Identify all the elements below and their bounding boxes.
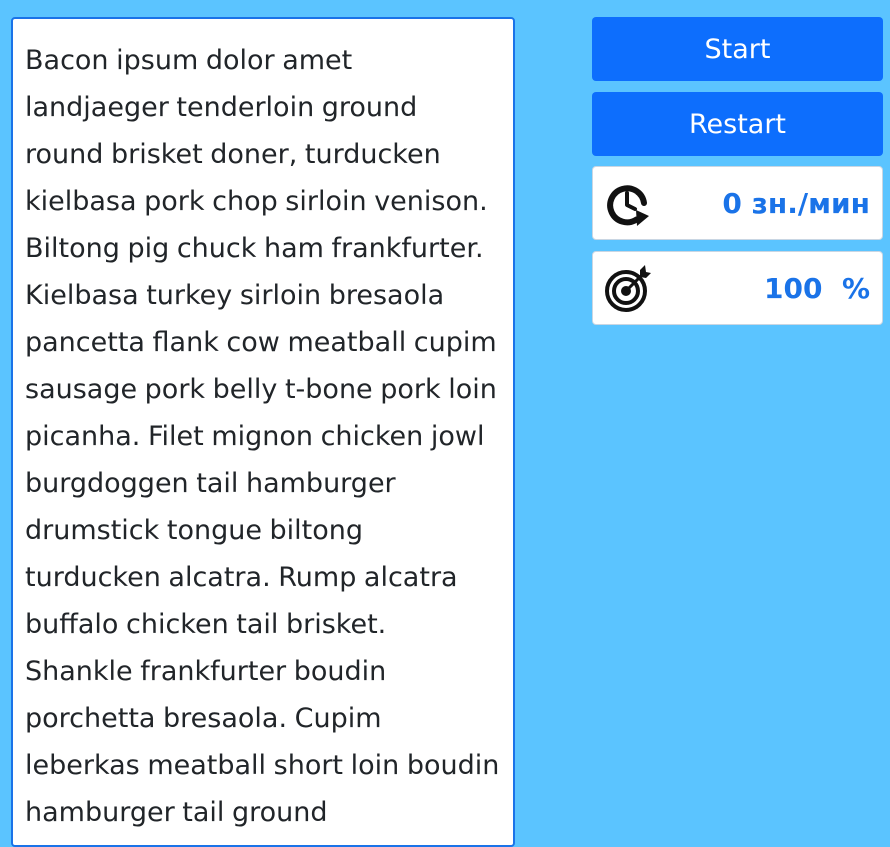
speed-number: 0: [722, 186, 742, 220]
typing-text-panel: Bacon ipsum dolor amet landjaeger tender…: [11, 17, 515, 847]
speed-value: 0 зн./мин: [655, 187, 882, 220]
stopwatch-icon: [601, 176, 655, 230]
typing-text: Bacon ipsum dolor amet landjaeger tender…: [25, 45, 500, 828]
speed-unit: зн./мин: [751, 186, 870, 220]
accuracy-value: 100 %: [655, 272, 882, 305]
target-icon: [601, 261, 655, 315]
restart-button[interactable]: Restart: [592, 92, 883, 156]
speed-stat: 0 зн./мин: [592, 166, 883, 240]
accuracy-unit: %: [841, 271, 870, 305]
accuracy-number: 100: [763, 271, 823, 305]
start-button[interactable]: Start: [592, 17, 883, 81]
accuracy-stat: 100 %: [592, 251, 883, 325]
